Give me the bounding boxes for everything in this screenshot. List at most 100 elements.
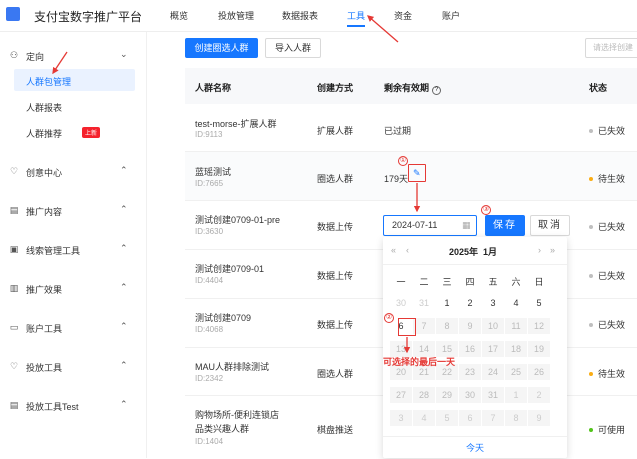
audience-id: ID:4404 — [195, 276, 224, 285]
audience-id: ID:2342 — [195, 374, 224, 383]
calendar-day[interactable]: 30 — [390, 295, 412, 311]
status-dot — [589, 225, 593, 229]
calendar-day[interactable]: 5 — [528, 295, 550, 311]
clue-icon: ▣ — [9, 244, 19, 254]
bulb-icon: ♡ — [9, 361, 19, 371]
header-name: 人群名称 — [195, 83, 232, 93]
creation-method: 圈选人群 — [317, 369, 354, 379]
import-audience-button[interactable]: 导入人群 — [265, 38, 321, 58]
sidebar-group-targeting[interactable]: ⚇ 定向 ⌄ — [0, 45, 147, 67]
sidebar-group-delivery-tools[interactable]: ♡ 投放工具 ⌃ — [0, 356, 147, 378]
calendar-day[interactable]: 31 — [413, 295, 435, 311]
audience-name[interactable]: 购物场所-便利连锁店 — [195, 408, 279, 421]
calendar-day: 6 — [459, 410, 481, 426]
sidebar-group-delivery-tools-test[interactable]: ▤ 投放工具Test ⌃ — [0, 395, 147, 417]
validity-date-input[interactable]: 2024-07-11 ▦ — [383, 215, 477, 236]
weekday-label: 四 — [465, 277, 475, 287]
next-year-icon[interactable]: » — [550, 245, 555, 255]
sidebar-item-label: 人群推荐 — [26, 129, 63, 139]
creation-method: 数据上传 — [317, 320, 354, 330]
calendar-title: 2025年 1月 — [449, 245, 497, 258]
chevron-down-icon: ⌄ — [120, 49, 128, 59]
sidebar-group-label: 线索管理工具 — [26, 246, 81, 256]
status-dot — [589, 428, 593, 432]
weekday-label: 三 — [442, 277, 452, 287]
new-badge: 上新 — [82, 127, 101, 138]
calendar-day: 30 — [459, 387, 481, 403]
sidebar-item-label: 人群报表 — [26, 103, 63, 113]
save-button[interactable]: 保存 — [485, 215, 525, 236]
sidebar-item-label: 人群包管理 — [26, 77, 72, 87]
calendar-day[interactable]: 2 — [459, 295, 481, 311]
calendar-icon[interactable]: ▦ — [462, 216, 471, 235]
audience-name[interactable]: MAU人群排除测试 — [195, 360, 269, 373]
status-text: 可使用 — [598, 425, 626, 435]
status-dot — [589, 323, 593, 327]
creation-method: 数据上传 — [317, 271, 354, 281]
tab-tools[interactable]: 工具 — [347, 9, 365, 22]
cancel-button[interactable]: 取消 — [530, 215, 570, 236]
sidebar-group-label: 推广内容 — [26, 207, 63, 217]
tab-account[interactable]: 账户 — [442, 9, 460, 22]
calendar-day: 8 — [436, 318, 458, 334]
calendar-day: 5 — [436, 410, 458, 426]
audience-name[interactable]: 测试创建0709 — [195, 311, 251, 324]
sidebar-group-clue-tools[interactable]: ▣ 线索管理工具 ⌃ — [0, 239, 147, 261]
creation-filter-select[interactable]: 请选择创建 — [585, 38, 637, 58]
status-text: 已失效 — [598, 271, 626, 281]
chevron-up-icon: ⌃ — [120, 360, 128, 370]
audience-name[interactable]: 测试创建0709-01 — [195, 262, 264, 275]
sidebar-item-audience-recommend[interactable]: 人群推荐 上新 — [14, 121, 135, 143]
calendar-day[interactable]: 3 — [482, 295, 504, 311]
sidebar-group-creative[interactable]: ♡ 创意中心 ⌃ — [0, 161, 147, 183]
calendar-month[interactable]: 1月 — [483, 247, 497, 257]
audience-id: ID:1404 — [195, 437, 224, 446]
calendar-day[interactable]: 1 — [436, 295, 458, 311]
tab-overview[interactable]: 概览 — [170, 9, 188, 22]
tab-reports[interactable]: 数据报表 — [282, 9, 318, 22]
sidebar-item-audience-management[interactable]: 人群包管理 — [14, 69, 135, 91]
calendar-day: 19 — [528, 341, 550, 357]
audience-name[interactable]: test-morse-扩展人群 — [195, 117, 277, 130]
tab-campaigns[interactable]: 投放管理 — [218, 9, 254, 22]
sidebar-group-content[interactable]: ▤ 推广内容 ⌃ — [0, 200, 147, 222]
header-status: 状态 — [589, 83, 608, 93]
status-badge: 待生效 — [589, 367, 625, 380]
bulb-icon: ♡ — [9, 166, 19, 176]
calendar-day: 4 — [413, 410, 435, 426]
weekday-label: 五 — [488, 277, 498, 287]
weekday-label: 二 — [419, 277, 429, 287]
status-text: 待生效 — [598, 174, 626, 184]
status-badge: 已失效 — [589, 220, 625, 233]
calendar-day: 7 — [482, 410, 504, 426]
calendar-day[interactable]: 4 — [505, 295, 527, 311]
sidebar-group-effect[interactable]: ▥ 推广效果 ⌃ — [0, 278, 147, 300]
audience-name[interactable]: 测试创建0709-01-pre — [195, 213, 280, 226]
calendar-day: 31 — [482, 387, 504, 403]
chevron-up-icon: ⌃ — [120, 204, 128, 214]
prev-year-icon[interactable]: « — [391, 245, 396, 255]
calendar-year[interactable]: 2025年 — [449, 247, 478, 257]
prev-month-icon[interactable]: ‹ — [406, 245, 409, 255]
tab-funds[interactable]: 资金 — [394, 9, 412, 22]
step-2-marker: ② — [384, 313, 394, 323]
audience-id: ID:3630 — [195, 227, 224, 236]
calendar-day: 2 — [528, 387, 550, 403]
calendar-day: 8 — [505, 410, 527, 426]
chevron-up-icon: ⌃ — [120, 321, 128, 331]
help-icon[interactable]: ? — [432, 86, 442, 95]
sidebar-group-label: 创意中心 — [26, 168, 63, 178]
status-text: 已失效 — [598, 222, 626, 232]
sidebar-item-audience-report[interactable]: 人群报表 — [14, 95, 135, 117]
active-tab-indicator — [347, 25, 365, 27]
next-month-icon[interactable]: › — [538, 245, 541, 255]
today-button[interactable]: 今天 — [383, 436, 567, 458]
audience-name[interactable]: 蓝瑶测试 — [195, 165, 231, 178]
edit-pencil-icon[interactable]: ✎ — [413, 168, 421, 179]
sidebar-group-label: 定向 — [26, 52, 45, 62]
weekday-label: 一 — [396, 277, 406, 287]
create-audience-button[interactable]: 创建圈选人群 — [185, 38, 258, 58]
sidebar-group-account-tools[interactable]: ▭ 账户工具 ⌃ — [0, 317, 147, 339]
creation-method: 数据上传 — [317, 222, 354, 232]
sidebar-group-label: 账户工具 — [26, 324, 63, 334]
